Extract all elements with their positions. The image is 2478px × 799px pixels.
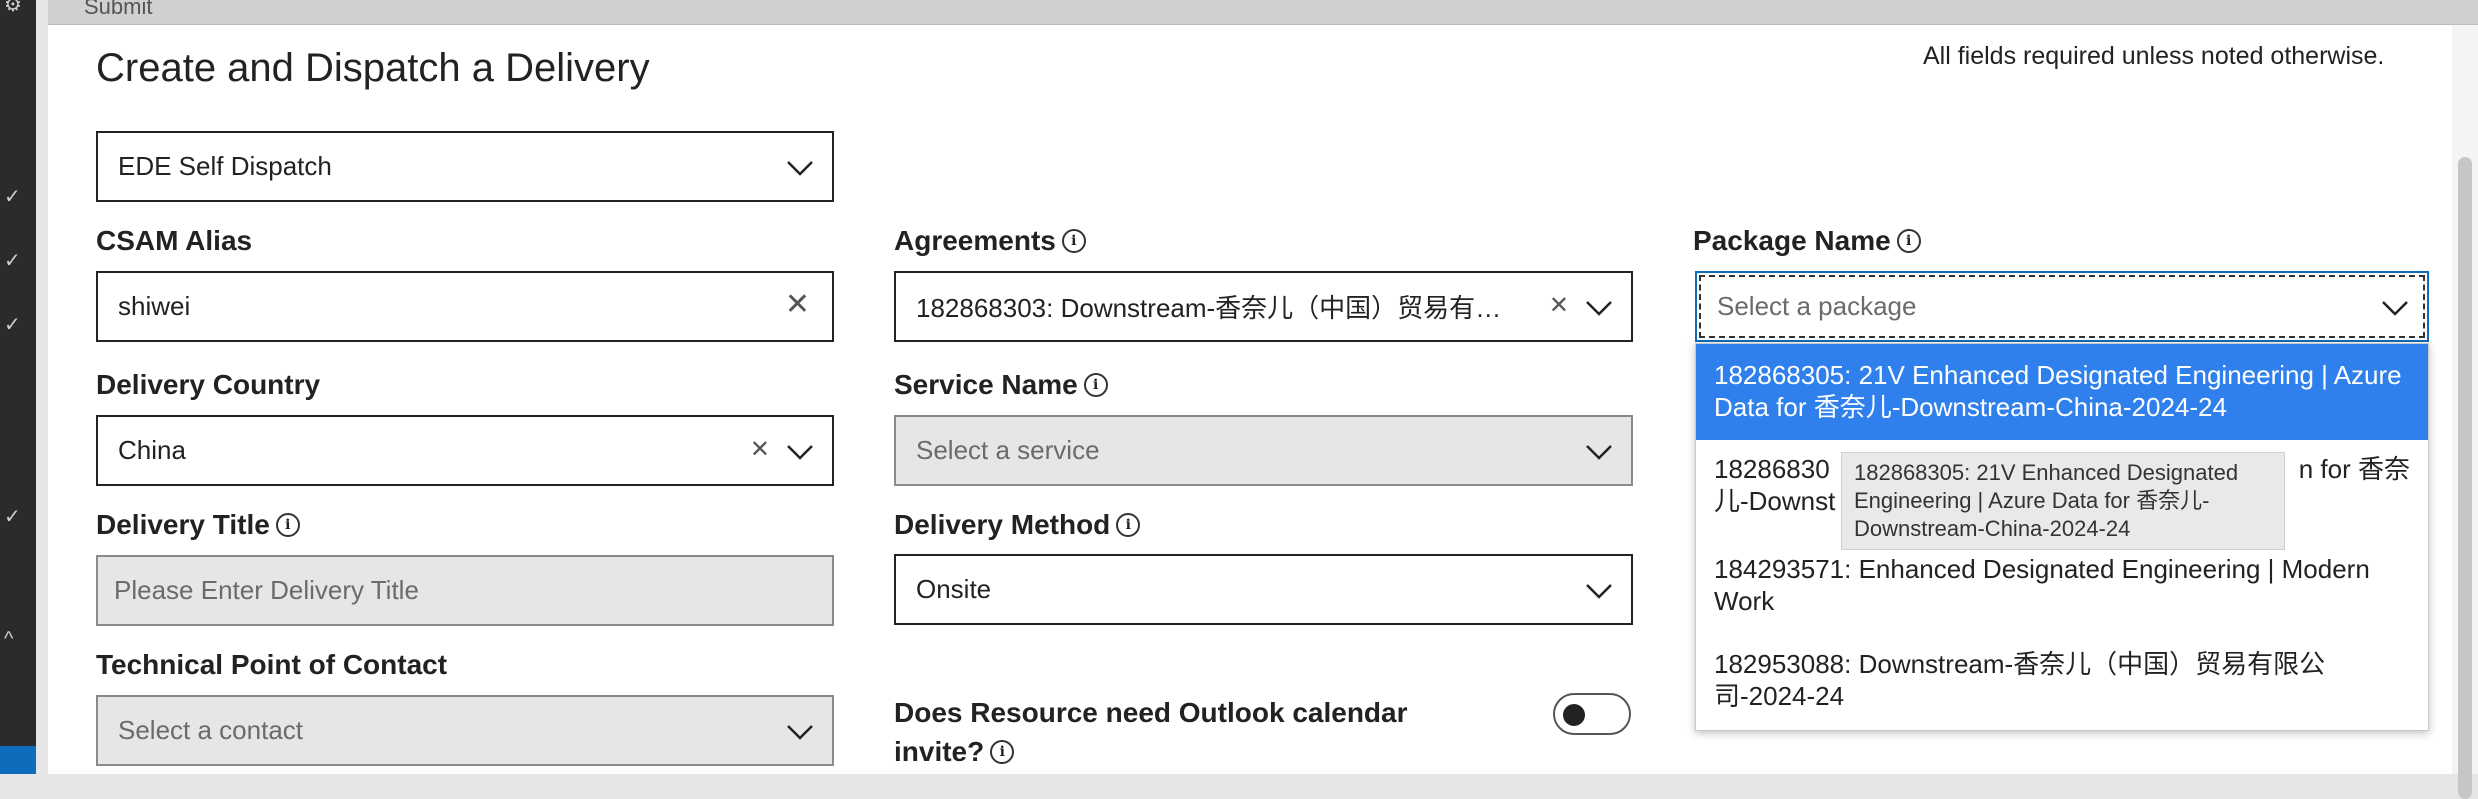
chevron-down-icon — [2382, 301, 2408, 316]
delivery-country-select[interactable]: China ✕ — [96, 415, 834, 486]
service-name-select[interactable]: Select a service — [894, 415, 1633, 486]
outlook-invite-toggle[interactable] — [1553, 693, 1631, 735]
delivery-country-value: China — [118, 435, 186, 465]
page-title: Create and Dispatch a Delivery — [96, 46, 650, 90]
tooltip-line: Engineering | Azure Data for 香奈儿- — [1854, 488, 2210, 513]
check-icon: ✓ — [4, 186, 21, 208]
chevron-down-icon — [787, 161, 813, 176]
technical-poc-label: Technical Point of Contact — [96, 649, 448, 680]
chevron-down-icon — [1586, 445, 1612, 460]
delivery-country-label: Delivery Country — [96, 369, 321, 400]
tooltip-line: 182868305: 21V Enhanced Designated — [1854, 460, 2239, 485]
check-icon: ✓ — [4, 250, 21, 272]
delivery-title-input[interactable]: Please Enter Delivery Title — [96, 555, 834, 626]
caret-up-icon[interactable]: ^ — [4, 629, 22, 649]
rail-selected-item[interactable] — [0, 746, 36, 774]
package-option-line: 司-2024-24 — [1714, 681, 1845, 711]
submit-button[interactable]: Submit — [84, 0, 152, 20]
settings-icon[interactable]: ⚙ — [4, 0, 22, 15]
package-option[interactable]: 182953088: Downstream-香奈儿（中国）贸易有限公 司-202… — [1696, 648, 2428, 728]
delivery-title-label: Delivery Title i — [96, 509, 300, 541]
dispatch-type-select[interactable]: EDE Self Dispatch — [96, 131, 834, 202]
package-name-label: Package Name i — [1693, 225, 1921, 257]
check-icon: ✓ — [4, 314, 21, 336]
check-icon: ✓ — [4, 506, 21, 528]
dispatch-type-value: EDE Self Dispatch — [118, 151, 332, 181]
scrollbar-thumb[interactable] — [2458, 157, 2472, 799]
outlook-invite-label-line2: invite? i — [894, 736, 1015, 768]
toggle-knob — [1563, 704, 1585, 726]
scrollbar[interactable] — [2452, 25, 2478, 799]
chevron-down-icon — [787, 445, 813, 460]
info-icon[interactable]: i — [990, 740, 1015, 764]
csam-alias-value: shiwei — [118, 291, 191, 321]
package-option-line: 182953088: Downstream-香奈儿（中国）贸易有限公 — [1714, 649, 2326, 679]
package-name-select[interactable]: Select a package — [1695, 271, 2429, 342]
chevron-down-icon — [1586, 301, 1612, 316]
csam-alias-input[interactable]: shiwei ✕ — [96, 271, 834, 342]
chevron-down-icon — [787, 725, 813, 740]
package-tooltip: 182868305: 21V Enhanced Designated Engin… — [1841, 452, 2285, 550]
required-note: All fields required unless noted otherwi… — [1923, 42, 2385, 70]
tooltip-line: Downstream-China-2024-24 — [1854, 516, 2131, 541]
clear-icon[interactable]: ✕ — [750, 435, 770, 464]
delivery-method-select[interactable]: Onsite — [894, 554, 1633, 625]
delivery-method-value: Onsite — [916, 574, 992, 604]
outlook-invite-label-line1: Does Resource need Outlook calendar — [894, 697, 1408, 728]
csam-alias-label: CSAM Alias — [96, 225, 253, 256]
info-icon[interactable]: i — [275, 513, 300, 537]
service-name-label: Service Name i — [894, 369, 1108, 401]
agreements-value: 182868303: Downstream-香奈儿（中国）贸易有限公... — [916, 293, 1521, 323]
package-option-line: 184293571: Enhanced Designated Engineeri… — [1714, 554, 2370, 584]
info-icon[interactable]: i — [1896, 229, 1921, 253]
technical-poc-placeholder: Select a contact — [118, 715, 303, 745]
info-icon[interactable]: i — [1061, 229, 1086, 253]
clear-icon[interactable]: ✕ — [785, 287, 810, 322]
technical-poc-select[interactable]: Select a contact — [96, 695, 834, 766]
info-icon[interactable]: i — [1083, 373, 1108, 397]
info-icon[interactable]: i — [1116, 513, 1141, 537]
delivery-method-label: Delivery Method i — [894, 509, 1141, 541]
service-name-placeholder: Select a service — [916, 435, 1100, 465]
package-option-line: Work — [1714, 586, 1775, 616]
package-option-line: 182868305: 21V Enhanced Designated Engin… — [1714, 360, 2402, 390]
delivery-title-placeholder: Please Enter Delivery Title — [114, 575, 419, 605]
agreements-label: Agreements i — [894, 225, 1086, 257]
top-action-bar: Submit — [48, 0, 2478, 25]
package-option-line: 18286830 — [1714, 454, 1830, 484]
agreements-select[interactable]: 182868303: Downstream-香奈儿（中国）贸易有限公... ✕ — [894, 271, 1633, 342]
package-option-line: Data for 香奈儿-Downstream-China-2024-24 — [1714, 392, 2227, 422]
package-option[interactable]: 182868305: 21V Enhanced Designated Engin… — [1696, 344, 2428, 440]
left-rail: ⚙ ✓ ✓ ✓ ✓ ^ — [0, 0, 36, 774]
package-name-placeholder: Select a package — [1717, 291, 1917, 321]
package-option[interactable]: 184293571: Enhanced Designated Engineeri… — [1696, 553, 2428, 641]
package-option-line: n for 香奈 — [2298, 454, 2410, 484]
chevron-down-icon — [1586, 584, 1612, 599]
clear-icon[interactable]: ✕ — [1549, 291, 1569, 320]
